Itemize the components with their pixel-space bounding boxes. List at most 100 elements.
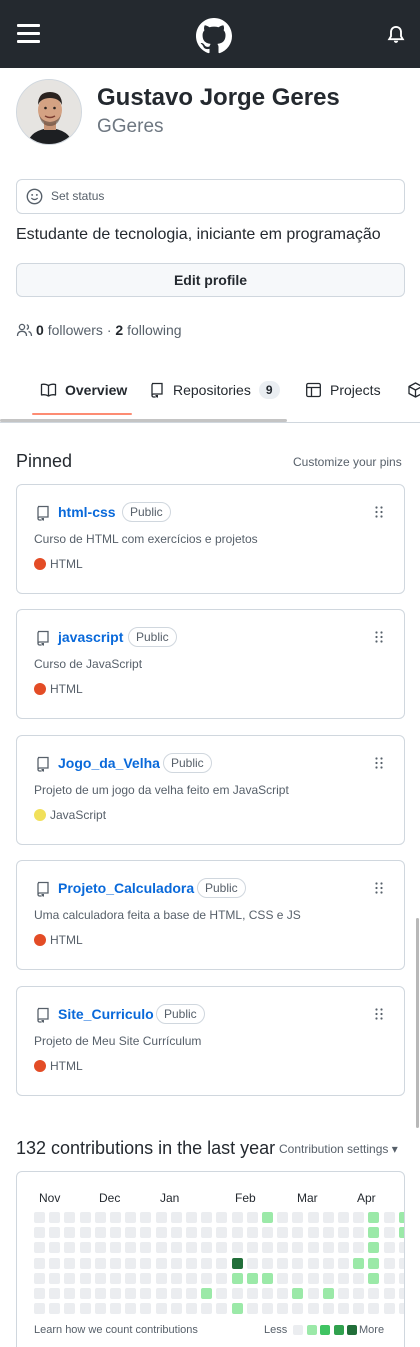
contribution-day-cell[interactable] <box>322 1272 334 1284</box>
contribution-day-cell[interactable] <box>353 1303 365 1315</box>
contribution-day-cell[interactable] <box>79 1242 91 1254</box>
contribution-day-cell[interactable] <box>262 1272 273 1284</box>
contribution-day-cell[interactable] <box>79 1257 91 1269</box>
contribution-day-cell[interactable] <box>79 1288 91 1299</box>
contribution-day-cell[interactable] <box>140 1242 152 1254</box>
learn-contributions-link[interactable]: Learn how we count contributions <box>34 1324 198 1336</box>
set-status-button[interactable]: Set status <box>16 179 405 214</box>
contribution-day-cell[interactable] <box>338 1227 349 1239</box>
contribution-day-cell[interactable] <box>125 1212 137 1223</box>
contribution-day-cell[interactable] <box>277 1272 289 1284</box>
contribution-day-cell[interactable] <box>125 1303 137 1315</box>
contribution-day-cell[interactable] <box>292 1257 304 1269</box>
contribution-day-cell[interactable] <box>170 1212 182 1223</box>
contribution-day-cell[interactable] <box>246 1257 258 1269</box>
contribution-day-cell[interactable] <box>155 1242 167 1254</box>
contribution-day-cell[interactable] <box>34 1227 45 1239</box>
contribution-day-cell[interactable] <box>292 1272 304 1284</box>
contribution-day-cell[interactable] <box>201 1227 213 1239</box>
contribution-day-cell[interactable] <box>307 1212 319 1223</box>
contribution-day-cell[interactable] <box>216 1257 228 1269</box>
contribution-day-cell[interactable] <box>398 1212 404 1223</box>
contribution-day-cell[interactable] <box>322 1212 334 1223</box>
contribution-day-cell[interactable] <box>338 1257 349 1269</box>
contribution-day-cell[interactable] <box>216 1212 228 1223</box>
contribution-day-cell[interactable] <box>231 1288 243 1299</box>
customize-pins-link[interactable]: Customize your pins <box>293 455 402 469</box>
contribution-day-cell[interactable] <box>186 1227 197 1239</box>
contribution-day-cell[interactable] <box>170 1303 182 1315</box>
contribution-day-cell[interactable] <box>140 1257 152 1269</box>
edit-profile-button[interactable]: Edit profile <box>16 263 405 297</box>
github-mark-icon[interactable] <box>196 18 232 54</box>
contribution-day-cell[interactable] <box>186 1303 197 1315</box>
followers-link[interactable]: 0 followers <box>36 322 103 338</box>
contribution-day-cell[interactable] <box>398 1303 404 1315</box>
tab-projects[interactable]: Projects <box>305 365 381 415</box>
contribution-day-cell[interactable] <box>49 1288 61 1299</box>
contribution-day-cell[interactable] <box>383 1242 395 1254</box>
contribution-day-cell[interactable] <box>262 1288 273 1299</box>
contribution-day-cell[interactable] <box>353 1257 365 1269</box>
tab-repositories[interactable]: Repositories 9 <box>149 365 280 415</box>
contribution-day-cell[interactable] <box>338 1212 349 1223</box>
following-link[interactable]: 2 following <box>115 322 181 338</box>
contribution-day-cell[interactable] <box>155 1227 167 1239</box>
contribution-day-cell[interactable] <box>155 1303 167 1315</box>
contribution-day-cell[interactable] <box>322 1227 334 1239</box>
contribution-day-cell[interactable] <box>201 1257 213 1269</box>
contribution-day-cell[interactable] <box>155 1272 167 1284</box>
contribution-day-cell[interactable] <box>216 1227 228 1239</box>
contribution-day-cell[interactable] <box>383 1227 395 1239</box>
repo-name-link[interactable]: html-css <box>58 504 116 520</box>
contribution-day-cell[interactable] <box>170 1272 182 1284</box>
contribution-day-cell[interactable] <box>94 1288 106 1299</box>
contribution-day-cell[interactable] <box>262 1257 273 1269</box>
contribution-day-cell[interactable] <box>231 1272 243 1284</box>
contribution-day-cell[interactable] <box>201 1288 213 1299</box>
contribution-day-cell[interactable] <box>398 1257 404 1269</box>
contribution-day-cell[interactable] <box>170 1288 182 1299</box>
page-scrollbar[interactable] <box>416 918 419 1128</box>
contribution-day-cell[interactable] <box>338 1303 349 1315</box>
contribution-day-cell[interactable] <box>79 1212 91 1223</box>
contribution-day-cell[interactable] <box>368 1257 380 1269</box>
contribution-day-cell[interactable] <box>307 1272 319 1284</box>
contribution-day-cell[interactable] <box>338 1272 349 1284</box>
contribution-day-cell[interactable] <box>338 1242 349 1254</box>
contribution-day-cell[interactable] <box>49 1257 61 1269</box>
contribution-day-cell[interactable] <box>277 1288 289 1299</box>
contribution-day-cell[interactable] <box>368 1227 380 1239</box>
contribution-day-cell[interactable] <box>140 1303 152 1315</box>
contribution-day-cell[interactable] <box>94 1212 106 1223</box>
contribution-day-cell[interactable] <box>383 1257 395 1269</box>
contribution-day-cell[interactable] <box>110 1272 121 1284</box>
contribution-day-cell[interactable] <box>292 1288 304 1299</box>
repo-name-link[interactable]: Jogo_da_Velha <box>58 755 160 771</box>
contribution-day-cell[interactable] <box>140 1212 152 1223</box>
contribution-day-cell[interactable] <box>79 1272 91 1284</box>
contribution-day-cell[interactable] <box>277 1257 289 1269</box>
repo-name-link[interactable]: Projeto_Calculadora <box>58 880 194 896</box>
contribution-day-cell[interactable] <box>64 1242 76 1254</box>
contribution-day-cell[interactable] <box>125 1227 137 1239</box>
contribution-day-cell[interactable] <box>94 1303 106 1315</box>
contribution-day-cell[interactable] <box>34 1257 45 1269</box>
contribution-day-cell[interactable] <box>64 1212 76 1223</box>
contribution-day-cell[interactable] <box>246 1227 258 1239</box>
contribution-day-cell[interactable] <box>49 1303 61 1315</box>
contribution-day-cell[interactable] <box>277 1227 289 1239</box>
contribution-day-cell[interactable] <box>110 1242 121 1254</box>
contribution-day-cell[interactable] <box>398 1288 404 1299</box>
contribution-day-cell[interactable] <box>246 1288 258 1299</box>
contribution-day-cell[interactable] <box>383 1272 395 1284</box>
contribution-day-cell[interactable] <box>277 1242 289 1254</box>
drag-handle-icon[interactable] <box>373 756 385 770</box>
contribution-day-cell[interactable] <box>186 1272 197 1284</box>
contribution-day-cell[interactable] <box>155 1212 167 1223</box>
contribution-day-cell[interactable] <box>201 1212 213 1223</box>
contribution-day-cell[interactable] <box>322 1288 334 1299</box>
contribution-day-cell[interactable] <box>292 1227 304 1239</box>
contribution-day-cell[interactable] <box>170 1257 182 1269</box>
contribution-day-cell[interactable] <box>353 1272 365 1284</box>
